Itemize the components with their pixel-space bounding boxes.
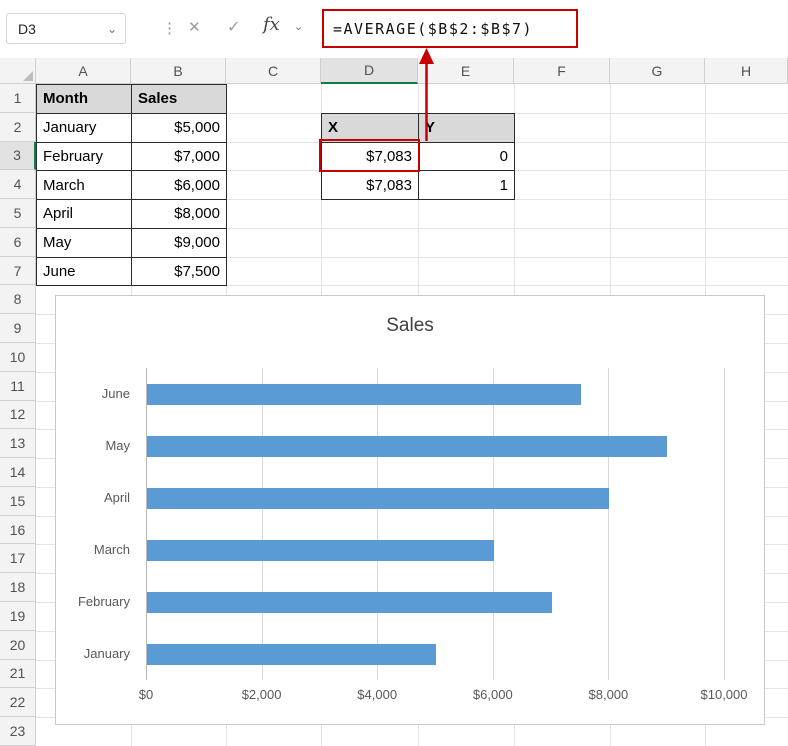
formula-bar: D3 ⌄ ⋮ ✕ ✓ fx ⌄ =AVERAGE($B$2:$B$7)	[0, 0, 788, 58]
row-header-10[interactable]: 10	[0, 343, 36, 372]
row-header-13[interactable]: 13	[0, 429, 36, 459]
column-header-G[interactable]: G	[610, 58, 705, 84]
category-label: January	[83, 646, 130, 661]
column-header-B[interactable]: B	[131, 58, 226, 84]
category-label: April	[103, 490, 130, 505]
cell-B7[interactable]: $7,500	[132, 257, 227, 287]
chart-title[interactable]: Sales	[56, 315, 764, 337]
excel-window: D3 ⌄ ⋮ ✕ ✓ fx ⌄ =AVERAGE($B$2:$B$7) ABCD…	[0, 0, 788, 746]
category-label: March	[93, 542, 130, 557]
x-tick-label: $2,000	[241, 687, 282, 702]
select-all-button[interactable]	[0, 58, 36, 84]
row-header-16[interactable]: 16	[0, 515, 36, 545]
table-row: Month Sales	[37, 85, 227, 114]
cell-E4[interactable]: 1	[419, 171, 515, 201]
row-header-1[interactable]: 1	[0, 84, 36, 113]
row-header-14[interactable]: 14	[0, 458, 36, 487]
bar-june[interactable]	[147, 383, 581, 405]
row-header-20[interactable]: 20	[0, 630, 36, 660]
cell-B2[interactable]: $5,000	[132, 113, 227, 143]
row-header-8[interactable]: 8	[0, 285, 36, 315]
cell-A6[interactable]: May	[37, 228, 132, 258]
table-row: March $6,000	[37, 171, 227, 201]
row-header-12[interactable]: 12	[0, 400, 36, 430]
column-header-E[interactable]: E	[418, 58, 514, 84]
column-header-F[interactable]: F	[514, 58, 610, 84]
select-all-triangle-icon	[23, 71, 33, 81]
annotation-highlight-d3	[319, 139, 420, 172]
x-tick-label: $8,000	[588, 687, 629, 702]
column-header-D[interactable]: D	[321, 58, 418, 84]
chart-gridline	[492, 368, 494, 680]
row-header-19[interactable]: 19	[0, 602, 36, 631]
chevron-down-icon[interactable]: ⌄	[294, 20, 303, 33]
chart-gridline	[377, 368, 379, 680]
row-header-9[interactable]: 9	[0, 314, 36, 343]
column-header-A[interactable]: A	[36, 58, 131, 84]
row-header-3[interactable]: 3	[0, 141, 36, 171]
chart-gridline	[608, 368, 610, 680]
row-header-6[interactable]: 6	[0, 227, 36, 257]
row-header-17[interactable]: 17	[0, 544, 36, 574]
cell-A7[interactable]: June	[37, 257, 132, 287]
x-tick-label: $6,000	[472, 687, 513, 702]
bar-march[interactable]	[147, 539, 494, 561]
row-header-5[interactable]: 5	[0, 199, 36, 228]
row-header-21[interactable]: 21	[0, 659, 36, 689]
embedded-bar-chart[interactable]: Sales $0 $2,000 $4,000 $6,000 $8,000 $10,000 J…	[55, 295, 765, 725]
chevron-down-icon[interactable]: ⌄	[107, 22, 117, 36]
cell-E3[interactable]: 0	[419, 142, 515, 172]
row-header-11[interactable]: 11	[0, 371, 36, 401]
cell-E2[interactable]: Y	[419, 113, 515, 143]
row-header-7[interactable]: 7	[0, 256, 36, 286]
bar-february[interactable]	[147, 591, 552, 613]
formula-input[interactable]: =AVERAGE($B$2:$B$7)	[322, 9, 578, 48]
chart-gridline	[724, 368, 725, 680]
row-header-18[interactable]: 18	[0, 573, 36, 603]
month-sales-table: Month Sales January $5,000 February $7,000 Mar…	[36, 84, 227, 287]
table-row: January $5,000	[37, 113, 227, 143]
table-row: April $8,000	[37, 200, 227, 229]
column-header-H[interactable]: H	[705, 58, 788, 84]
cell-B4[interactable]: $6,000	[132, 171, 227, 201]
drag-handle-icon: ⋮	[162, 20, 177, 37]
cell-B5[interactable]: $8,000	[132, 200, 227, 229]
column-header-C[interactable]: C	[226, 58, 321, 84]
table-row: $7,083 1	[322, 171, 515, 201]
cell-A4[interactable]: March	[37, 171, 132, 201]
cell-D4[interactable]: $7,083	[322, 171, 419, 201]
table-row: February $7,000	[37, 142, 227, 172]
x-tick-label: $10,000	[700, 687, 748, 702]
table-row: May $9,000	[37, 228, 227, 258]
insert-function-icon[interactable]: fx	[263, 14, 280, 35]
chart-gridline	[146, 368, 147, 680]
table-row: June $7,500	[37, 257, 227, 287]
bar-may[interactable]	[147, 435, 668, 457]
row-header-2[interactable]: 2	[0, 112, 36, 142]
chart-gridline	[261, 368, 263, 680]
formula-text: =AVERAGE($B$2:$B$7)	[333, 19, 534, 38]
cell-A5[interactable]: April	[37, 200, 132, 229]
cell-A1[interactable]: Month	[37, 85, 132, 114]
cell-A2[interactable]: January	[37, 113, 132, 143]
enter-icon[interactable]: ✓	[227, 17, 240, 37]
category-label: May	[105, 438, 130, 453]
cancel-icon[interactable]: ✕	[188, 18, 201, 36]
name-box[interactable]: D3 ⌄	[6, 13, 126, 44]
row-header-15[interactable]: 15	[0, 486, 36, 516]
x-tick-label: $0	[138, 687, 154, 702]
category-label: February	[77, 594, 130, 609]
category-label: June	[101, 386, 130, 401]
row-header-4[interactable]: 4	[0, 170, 36, 200]
name-box-value: D3	[18, 20, 36, 37]
x-tick-label: $4,000	[357, 687, 398, 702]
bar-january[interactable]	[147, 643, 436, 665]
row-header-23[interactable]: 23	[0, 717, 36, 746]
cell-A3[interactable]: February	[37, 142, 132, 172]
cell-B1[interactable]: Sales	[132, 85, 227, 114]
row-header-22[interactable]: 22	[0, 688, 36, 718]
cell-B6[interactable]: $9,000	[132, 228, 227, 258]
cell-B3[interactable]: $7,000	[132, 142, 227, 172]
bar-april[interactable]	[147, 487, 610, 509]
